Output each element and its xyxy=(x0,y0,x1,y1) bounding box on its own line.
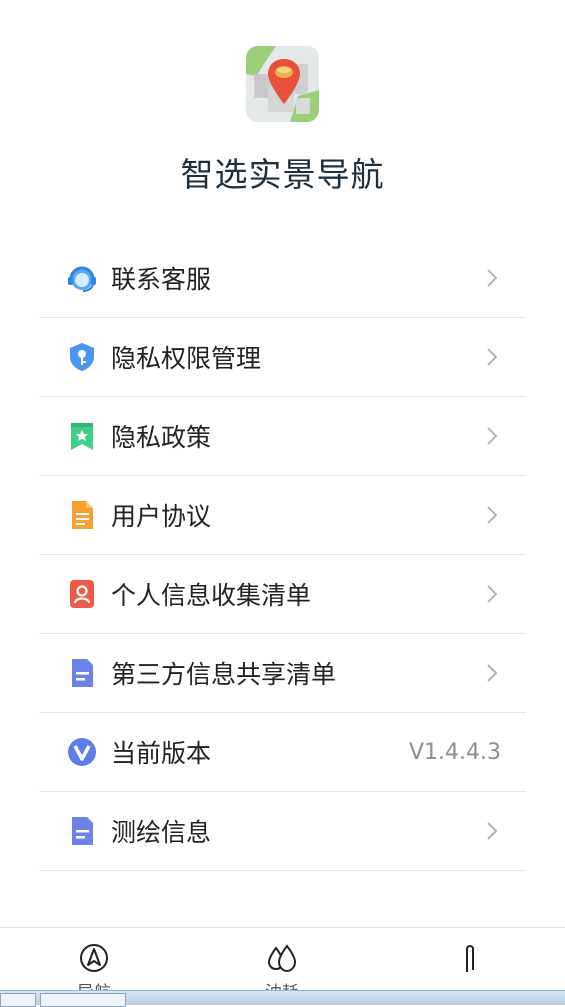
chevron-right-icon xyxy=(487,269,498,287)
third-party-sharing-item[interactable]: 第三方信息共享清单 xyxy=(39,634,526,713)
bookmark-star-icon xyxy=(66,420,98,452)
chevron-right-icon xyxy=(487,506,498,524)
paperclip-icon xyxy=(466,945,474,972)
person-card-icon xyxy=(66,578,98,610)
menu-item-label: 测绘信息 xyxy=(111,818,212,847)
file-lines-icon xyxy=(66,657,98,689)
version-value: V1.4.4.3 xyxy=(408,739,501,765)
chevron-right-icon xyxy=(487,348,498,366)
chevron-right-icon xyxy=(487,822,498,840)
menu-item-label: 当前版本 xyxy=(111,739,212,768)
fuel-drops-icon xyxy=(267,944,297,973)
current-version-item: 当前版本 V1.4.4.3 xyxy=(39,713,526,792)
settings-menu: 联系客服 隐私权限管理 隐私政策 用户协议 个人信息收集清单 第三方信息共享清单… xyxy=(39,239,526,871)
menu-item-label: 隐私政策 xyxy=(111,423,212,452)
contact-support-item[interactable]: 联系客服 xyxy=(39,239,526,318)
taskbar-button[interactable] xyxy=(0,993,36,1007)
privacy-policy-item[interactable]: 隐私政策 xyxy=(39,397,526,476)
user-agreement-item[interactable]: 用户协议 xyxy=(39,476,526,555)
taskbar-button[interactable] xyxy=(40,993,126,1007)
chevron-right-icon xyxy=(487,585,498,603)
shield-key-icon xyxy=(66,341,98,373)
app-header: 智选实景导航 xyxy=(0,0,565,210)
menu-item-label: 用户协议 xyxy=(111,502,212,531)
map-pin-app-icon xyxy=(246,46,319,122)
chevron-right-icon xyxy=(487,664,498,682)
document-icon xyxy=(66,499,98,531)
navigation-arrow-icon xyxy=(80,944,108,972)
version-v-icon xyxy=(66,736,98,768)
file-lines-icon xyxy=(66,815,98,847)
privacy-permission-item[interactable]: 隐私权限管理 xyxy=(39,318,526,397)
menu-item-label: 隐私权限管理 xyxy=(111,344,262,373)
surveying-info-item[interactable]: 测绘信息 xyxy=(39,792,526,871)
chevron-right-icon xyxy=(487,427,498,445)
menu-item-label: 第三方信息共享清单 xyxy=(111,660,337,689)
menu-item-label: 个人信息收集清单 xyxy=(111,581,312,610)
app-title: 智选实景导航 xyxy=(180,155,385,194)
os-taskbar xyxy=(0,990,565,1007)
menu-item-label: 联系客服 xyxy=(111,265,212,294)
personal-info-list-item[interactable]: 个人信息收集清单 xyxy=(39,555,526,634)
headset-icon xyxy=(66,262,98,294)
